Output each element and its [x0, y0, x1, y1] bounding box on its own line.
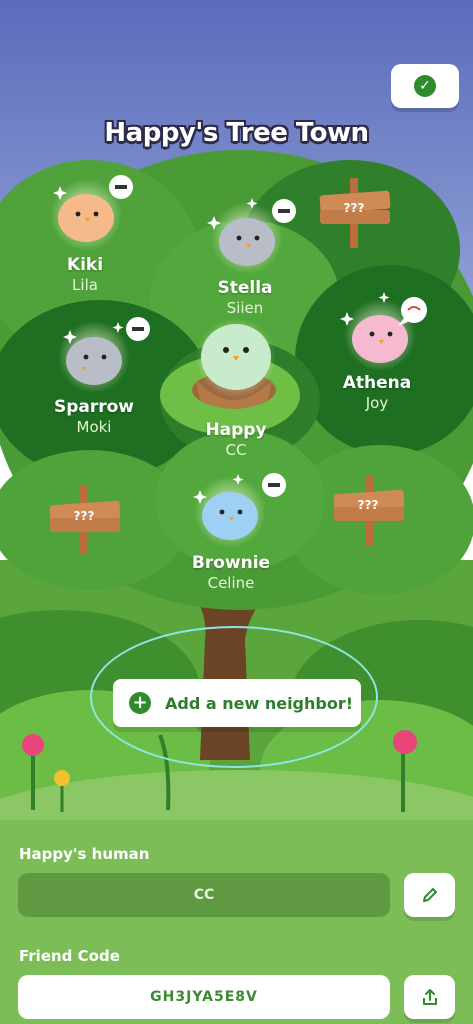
bird-human-kiki: Lila	[72, 276, 98, 294]
pencil-icon	[422, 888, 437, 902]
confirm-button[interactable]: ✓	[391, 64, 459, 108]
town-title: Happy's Tree Town	[104, 118, 369, 148]
plus-icon: +	[129, 692, 151, 714]
share-icon	[422, 989, 437, 1005]
bird-name-sparrow: Sparrow	[53, 397, 135, 417]
bird-name-stella: Stella	[217, 278, 273, 298]
friend-code-field[interactable]: GH3JYA5E8V	[18, 975, 390, 1019]
bird-name-brownie: Brownie	[191, 553, 271, 573]
bird-human-stella: Siien	[226, 299, 264, 317]
bird-name-happy: Happy	[205, 420, 267, 440]
add-neighbor-label: Add a new neighbor!	[165, 693, 354, 713]
bird-human-athena: Joy	[365, 394, 389, 412]
check-icon: ✓	[414, 75, 436, 97]
bird-name-kiki: Kiki	[66, 255, 104, 275]
human-name-field: CC	[18, 873, 390, 917]
bird-human-sparrow: Moki	[76, 418, 112, 436]
bird-human-happy: CC	[225, 441, 247, 459]
friend-code-label: Friend Code	[19, 947, 120, 965]
bird-name-athena: Athena	[342, 373, 412, 393]
bird-human-brownie: Celine	[207, 574, 255, 592]
share-button[interactable]	[404, 975, 455, 1019]
edit-button[interactable]	[404, 873, 455, 917]
add-neighbor-button[interactable]: + Add a new neighbor!	[113, 679, 361, 727]
human-label: Happy's human	[19, 845, 150, 863]
